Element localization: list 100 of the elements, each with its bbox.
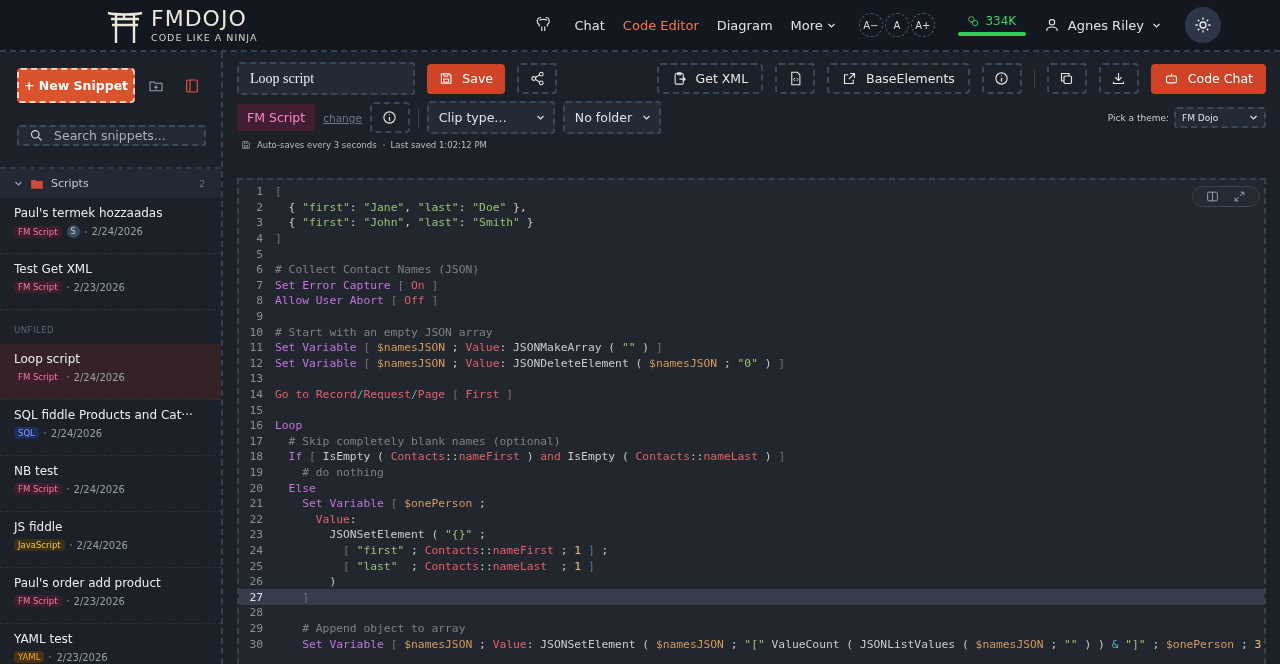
- snippet-date: 2/23/2026: [73, 595, 125, 607]
- nav-tab[interactable]: More: [781, 13, 845, 37]
- clip-type-select[interactable]: Clip type…: [426, 101, 555, 134]
- logo-title: FMDOJO: [151, 7, 248, 30]
- snippet-item[interactable]: SQL fiddle Products and Cat··· SQL 2/24/2026: [0, 400, 221, 456]
- line-number: 13: [248, 372, 263, 386]
- line-number: 19: [248, 466, 263, 479]
- code-line: { "first": "John", "last": "Smith" }: [287, 216, 534, 230]
- code-line: # Skip completely blank names (optional): [287, 434, 561, 448]
- code-line: Go to Record/Request/Page [ First ]: [274, 388, 514, 401]
- search-icon: [29, 128, 44, 143]
- code-line: Set Variable [ $onePerson ;: [301, 497, 486, 511]
- language-label: FM Script: [237, 104, 316, 131]
- get-xml-button[interactable]: Get XML: [656, 63, 764, 94]
- code-line: ]: [301, 590, 309, 604]
- language-tag: FM Script: [14, 371, 62, 383]
- nav-tab[interactable]: Code Editor: [613, 13, 708, 37]
- code-line: # Append object to array: [301, 621, 466, 635]
- code-line: { "first": "Jane", "last": "Doe" },: [287, 200, 527, 214]
- snippet-title: JS fiddle: [14, 520, 64, 534]
- code-line: Loop: [274, 419, 303, 433]
- file-code-button[interactable]: [775, 63, 816, 94]
- clipboard-icon: [671, 71, 687, 86]
- line-number: 30: [248, 637, 263, 651]
- download-icon: [1111, 71, 1127, 86]
- snippet-title: Paul's order add product: [14, 576, 162, 590]
- save-button[interactable]: Save: [427, 63, 505, 94]
- theme-toggle-button[interactable]: [1185, 7, 1222, 43]
- line-number: 28: [248, 606, 263, 620]
- code-line: Set Variable [ $namesJSON ; Value: JSONSetElement ( $namesJSON ; "[" ValueCount ( JSONListValues ( $namesJSON ; "" ) ) & "]" ; $onePerson ; 3: [301, 637, 1262, 651]
- code-line: ]: [274, 232, 282, 246]
- split-view-icon: [1206, 190, 1219, 203]
- line-number: 5: [255, 247, 263, 261]
- download-button[interactable]: [1098, 63, 1139, 94]
- line-number: 6: [255, 263, 263, 277]
- info-icon: [382, 110, 398, 125]
- change-link[interactable]: change: [323, 111, 362, 124]
- code-chat-button[interactable]: Code Chat: [1150, 63, 1266, 94]
- snippet-item[interactable]: Paul's termek hozzaadas FM Script S 2/24/2026: [0, 198, 221, 254]
- language-tag: FM Script: [14, 281, 62, 293]
- snippet-item[interactable]: JS fiddle JavaScript 2/24/2026: [0, 512, 221, 568]
- snippet-date: 2/24/2026: [73, 483, 125, 495]
- code-line: [ "first" ; Contacts::nameFirst ; 1 ] ;: [342, 543, 609, 557]
- split-view-button[interactable]: [1206, 190, 1219, 203]
- snippet-item[interactable]: Paul's order add product FM Script 2/23/2026: [0, 568, 221, 624]
- copy-icon: [1059, 71, 1075, 86]
- snippet-title: SQL fiddle Products and Cat···: [14, 408, 194, 422]
- info-button[interactable]: [981, 63, 1022, 94]
- folder-row[interactable]: Scripts 2: [0, 169, 221, 198]
- snippet-item[interactable]: Loop script FM Script 2/24/2026: [0, 344, 221, 400]
- code-line: Else: [287, 481, 316, 495]
- title-field[interactable]: Loop script: [237, 62, 415, 95]
- expand-button[interactable]: [1233, 190, 1246, 203]
- line-number: 17: [248, 434, 263, 448]
- code-editor[interactable]: [237, 178, 1266, 664]
- search-field[interactable]: Search snippets...: [17, 125, 206, 146]
- coins-icon: [967, 14, 981, 28]
- theme-label: Pick a theme:: [1107, 112, 1169, 123]
- line-number: 8: [255, 294, 263, 308]
- line-number: 10: [248, 325, 263, 339]
- code-line: [ "last" ; Contacts::nameLast ; 1 ]: [342, 559, 595, 573]
- snippet-item[interactable]: NB test FM Script 2/24/2026: [0, 456, 221, 512]
- folder-count: 2: [199, 178, 205, 189]
- new-snippet-button[interactable]: + New Snippet: [17, 68, 135, 103]
- user-icon: [1043, 17, 1060, 33]
- copy-button[interactable]: [1046, 63, 1087, 94]
- code-line: Set Variable [ $namesJSON ; Value: JSONMakeArray ( "" ) ]: [274, 341, 663, 355]
- nav-tab[interactable]: Diagram: [707, 13, 782, 37]
- expand-icon: [1233, 190, 1246, 203]
- external-link-icon: [842, 71, 858, 86]
- code-line: [: [274, 185, 282, 199]
- line-number: 18: [248, 450, 263, 464]
- snippet-date: 2/23/2026: [73, 281, 125, 293]
- nav-tab[interactable]: Chat: [565, 13, 614, 37]
- caret-icon: [641, 113, 651, 122]
- code-line: JSONSetElement ( "{}" ;: [328, 528, 486, 542]
- line-number: 21: [248, 497, 263, 511]
- folder-select[interactable]: No folder: [562, 101, 661, 134]
- line-number: 24: [248, 543, 263, 557]
- line-number: 4: [255, 232, 263, 246]
- snippet-title: Paul's termek hozzaadas: [14, 206, 164, 220]
- snippet-item[interactable]: YAML test YAML 2/23/2026: [0, 624, 221, 664]
- snippet-date: 2/23/2026: [56, 651, 108, 663]
- user-menu[interactable]: Agnes Riley: [1039, 13, 1166, 37]
- snippet-date: 2/24/2026: [91, 226, 143, 237]
- line-number: 2: [255, 200, 263, 214]
- info-button[interactable]: [369, 102, 410, 133]
- sidebar-toggle-button[interactable]: [184, 77, 200, 94]
- theme-select[interactable]: FM Dojo: [1174, 107, 1266, 128]
- section-label: UNFILED: [13, 324, 56, 337]
- share-button[interactable]: [517, 63, 557, 94]
- code-line: # Start with an empty JSON array: [274, 325, 493, 339]
- snippet-item[interactable]: Test Get XML FM Script 2/23/2026: [0, 254, 221, 310]
- caret-icon: [1249, 113, 1258, 122]
- code-line: Allow User Abort [ Off ]: [274, 294, 439, 308]
- line-number: 22: [248, 512, 263, 526]
- logo-tagline: CODE LIKE A NINJA: [151, 32, 258, 43]
- code-line: # do nothing: [301, 466, 384, 479]
- save-icon: [439, 71, 454, 86]
- base-elements-button[interactable]: BaseElements: [827, 63, 970, 94]
